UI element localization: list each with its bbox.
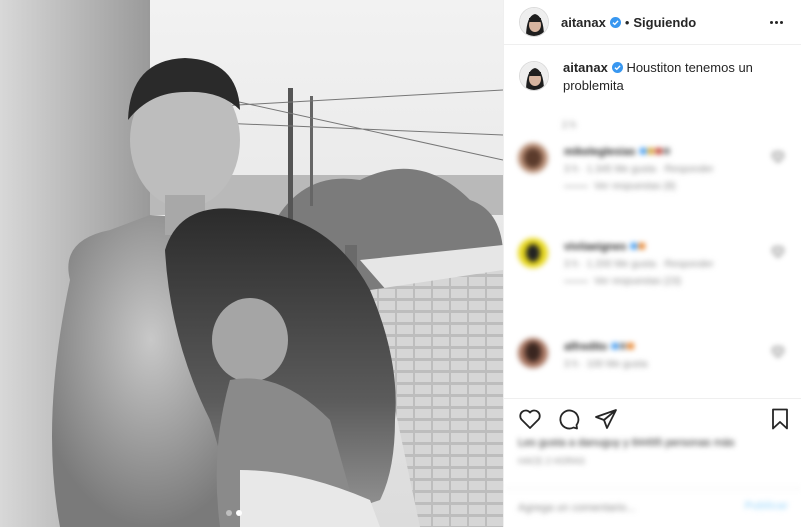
caption-avatar[interactable] — [519, 61, 549, 91]
comment-heart-icon[interactable] — [772, 246, 784, 258]
view-replies[interactable]: Ver respuestas (8) — [564, 181, 764, 192]
comment-meta[interactable]: 3 h · 1.345 Me gusta · Responder — [564, 164, 764, 175]
comment-username[interactable]: viviiaeignes — [564, 241, 626, 253]
avatar[interactable] — [519, 7, 549, 37]
add-comment-bar: Publicar — [504, 488, 801, 527]
caption-time: 2 h — [562, 120, 576, 131]
separator-dot: • — [624, 14, 630, 30]
post-actions — [504, 398, 801, 438]
comment-meta[interactable]: 3 h · 1.200 Me gusta · Responder — [564, 259, 764, 270]
verified-badge-icon — [611, 62, 623, 73]
follow-status-button[interactable]: Siguiendo — [633, 15, 696, 30]
comment-username[interactable]: alfredito — [564, 341, 607, 353]
comment-heart-icon[interactable] — [772, 346, 784, 358]
more-options-icon[interactable] — [766, 17, 787, 28]
likes-summary[interactable]: Les gusta a danuguy y 84495 personas más… — [518, 436, 778, 468]
comment-meta[interactable]: 3 h · 100 Me gusta — [564, 359, 764, 370]
carousel-dot[interactable] — [226, 510, 232, 516]
verified-badge-icon — [609, 16, 621, 28]
photo-image — [0, 0, 503, 527]
post-details-panel: aitanax • Siguiendo aitanax Houstiton te… — [503, 0, 801, 527]
view-replies[interactable]: Ver respuestas (23) — [564, 276, 764, 287]
comment-icon[interactable] — [556, 407, 580, 431]
share-icon[interactable] — [594, 407, 618, 431]
post-caption: aitanax Houstiton tenemos un problemita — [504, 45, 801, 95]
comment-body: viviiaeignes ■■ 3 h · 1.200 Me gusta · R… — [564, 238, 764, 287]
comment-avatar[interactable] — [518, 338, 548, 368]
comment-heart-icon[interactable] — [772, 151, 784, 163]
heart-icon[interactable] — [518, 407, 542, 431]
comment-input[interactable] — [518, 499, 728, 517]
caption-text: aitanax Houstiton tenemos un problemita — [563, 59, 783, 95]
header-username[interactable]: aitanax — [561, 15, 606, 30]
comment-body: mikeleglesias ■■■■ 3 h · 1.345 Me gusta … — [564, 143, 764, 192]
post-header: aitanax • Siguiendo — [504, 0, 801, 45]
carousel-dots — [226, 510, 242, 516]
post-photo[interactable] — [0, 0, 503, 527]
post-timestamp: HACE 2 HORAS — [518, 456, 586, 466]
comment-avatar[interactable] — [518, 238, 548, 268]
publish-button[interactable]: Publicar — [745, 500, 788, 512]
caption-username[interactable]: aitanax — [563, 60, 608, 75]
carousel-dot-active[interactable] — [236, 510, 242, 516]
likes-text[interactable]: Les gusta a danuguy y 84495 personas más — [518, 436, 778, 450]
bookmark-icon[interactable] — [768, 407, 792, 431]
comment-username[interactable]: mikeleglesias — [564, 146, 636, 158]
comment-body: alfredito ■■■ 3 h · 100 Me gusta — [564, 338, 764, 370]
comment-avatar[interactable] — [518, 143, 548, 173]
